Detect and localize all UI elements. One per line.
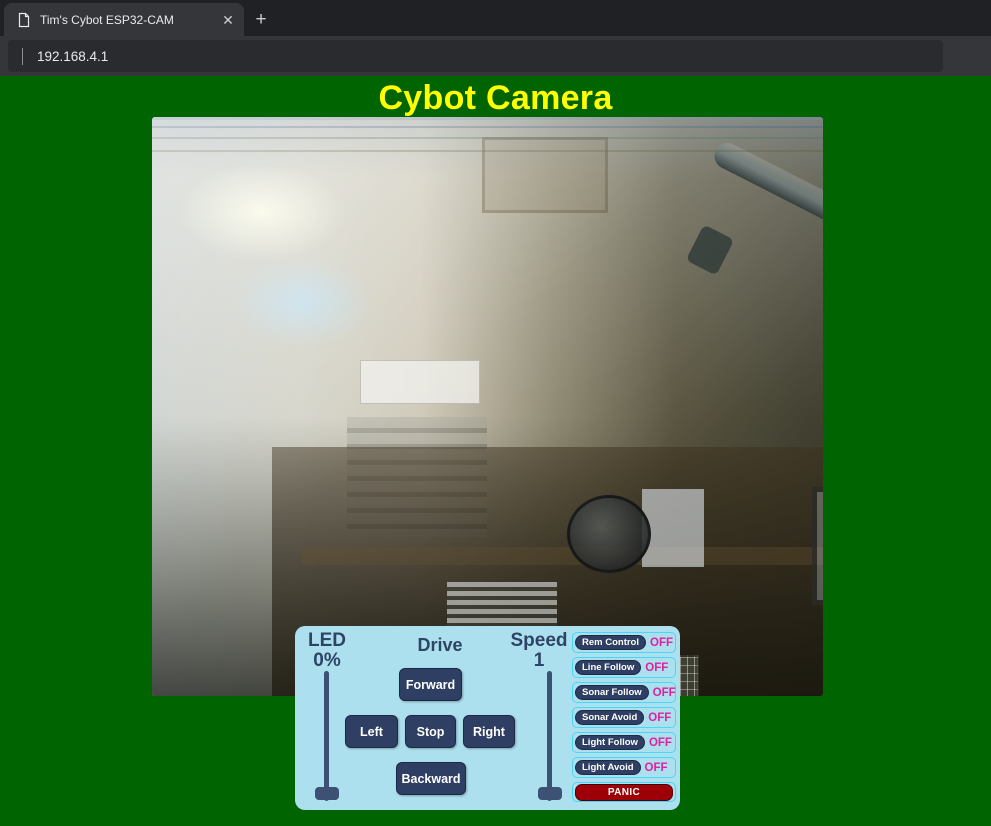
rem-control-button[interactable]: Rem Control: [575, 635, 646, 650]
sonar-avoid-state: OFF: [648, 712, 671, 724]
light-follow-state: OFF: [649, 737, 672, 749]
led-slider-thumb[interactable]: [315, 787, 339, 800]
url-input[interactable]: 192.168.4.1: [8, 40, 943, 72]
light-avoid-state: OFF: [645, 762, 668, 774]
light-follow-button[interactable]: Light Follow: [575, 735, 645, 750]
left-button[interactable]: Left: [345, 715, 398, 748]
speed-slider-track[interactable]: [547, 671, 552, 801]
forward-button[interactable]: Forward: [399, 668, 462, 701]
close-icon[interactable]: ✕: [218, 10, 238, 30]
panic-button[interactable]: PANIC: [575, 784, 673, 801]
drive-label: Drive: [385, 636, 495, 655]
line-follow-button[interactable]: Line Follow: [575, 660, 641, 675]
backward-button[interactable]: Backward: [396, 762, 466, 795]
tab-strip: Tim's Cybot ESP32-CAM ✕ +: [0, 0, 991, 36]
mode-row-line-follow: Line Follow OFF: [572, 657, 676, 678]
right-button[interactable]: Right: [463, 715, 515, 748]
url-text: 192.168.4.1: [37, 49, 108, 64]
light-avoid-button[interactable]: Light Avoid: [575, 760, 641, 775]
speed-value: 1: [501, 651, 577, 671]
stop-button[interactable]: Stop: [405, 715, 456, 748]
mode-row-sonar-avoid: Sonar Avoid OFF: [572, 707, 676, 728]
browser-tab[interactable]: Tim's Cybot ESP32-CAM ✕: [4, 3, 244, 36]
camera-stream: [152, 117, 823, 696]
rem-control-state: OFF: [650, 637, 673, 649]
line-follow-state: OFF: [645, 662, 668, 674]
speed-slider[interactable]: [532, 671, 566, 801]
led-slider[interactable]: [309, 671, 343, 801]
mode-list: Rem Control OFF Line Follow OFF Sonar Fo…: [572, 632, 676, 802]
led-value: 0%: [299, 651, 355, 671]
new-tab-button[interactable]: +: [249, 7, 273, 31]
speed-slider-thumb[interactable]: [538, 787, 562, 800]
lens-haze: [152, 117, 823, 696]
sonar-follow-button[interactable]: Sonar Follow: [575, 685, 649, 700]
control-panel: LED 0% Drive Forward Left Stop Right Bac…: [295, 626, 680, 810]
led-label-text: LED: [299, 631, 355, 651]
mode-row-panic: PANIC: [572, 782, 676, 802]
mode-row-sonar-follow: Sonar Follow OFF: [572, 682, 676, 703]
sonar-avoid-button[interactable]: Sonar Avoid: [575, 710, 644, 725]
url-cursor: [22, 48, 23, 65]
speed-label: Speed 1: [501, 631, 577, 671]
led-slider-track[interactable]: [324, 671, 329, 801]
web-page: Cybot Camera LED 0% Drive Forwar: [0, 76, 991, 826]
mode-row-light-follow: Light Follow OFF: [572, 732, 676, 753]
speed-label-text: Speed: [501, 631, 577, 651]
browser-chrome: Tim's Cybot ESP32-CAM ✕ + 192.168.4.1: [0, 0, 991, 76]
mode-row-light-avoid: Light Avoid OFF: [572, 757, 676, 778]
mode-row-rem-control: Rem Control OFF: [572, 632, 676, 653]
browser-toolbar: 192.168.4.1: [0, 36, 991, 76]
page-icon: [16, 12, 32, 28]
led-label: LED 0%: [299, 631, 355, 671]
page-title: Cybot Camera: [0, 79, 991, 118]
browser-tab-title: Tim's Cybot ESP32-CAM: [40, 13, 218, 27]
sonar-follow-state: OFF: [653, 687, 676, 699]
